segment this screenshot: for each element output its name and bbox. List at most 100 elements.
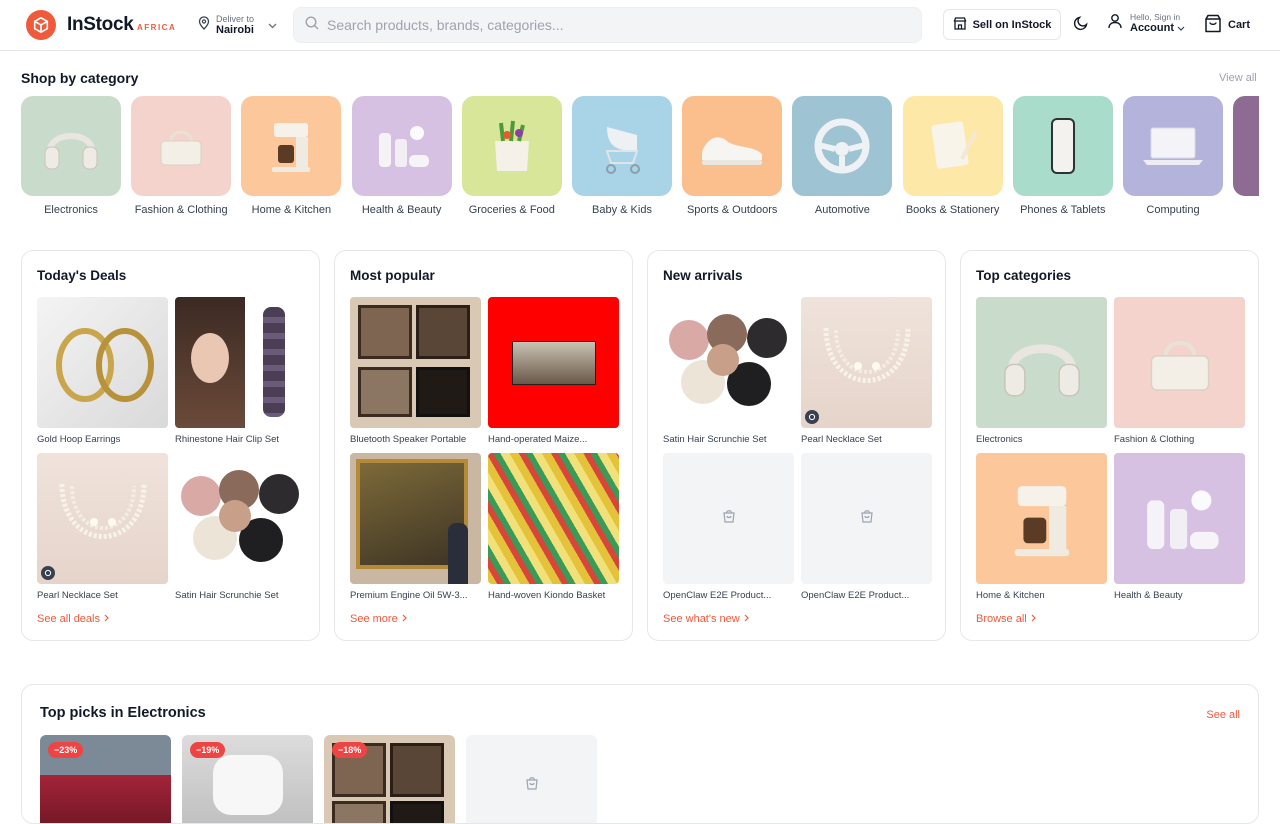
item-image (488, 297, 619, 428)
card-link-label: See more (350, 613, 398, 625)
account-label-row: Account (1130, 22, 1185, 35)
theme-toggle-button[interactable] (1069, 13, 1093, 37)
item-image (1114, 297, 1245, 428)
account-greeting: Hello, Sign in (1130, 12, 1181, 22)
item-caption: Rhinestone Hair Clip Set (175, 434, 280, 445)
card-item[interactable]: Hand-woven Kiondo Basket (488, 453, 619, 601)
card-link[interactable]: See all deals (37, 613, 109, 625)
card-item[interactable]: Pearl Necklace Set (37, 453, 168, 601)
category-label: Books & Stationery (905, 204, 1000, 216)
image-placeholder (663, 453, 794, 584)
category-tile[interactable]: Sports & Outdoors (682, 96, 783, 216)
card-item[interactable]: Premium Engine Oil 5W-3... (350, 453, 481, 601)
category-tile[interactable]: Groceries & Food (461, 96, 562, 216)
chevron-right-icon (744, 613, 749, 625)
item-caption: Hand-operated Maize... (488, 434, 588, 445)
category-tile[interactable]: Electronics (21, 96, 121, 216)
pick-item[interactable]: −19% (182, 735, 313, 823)
category-label: Health & Beauty (361, 204, 442, 216)
shop-by-category-title: Shop by category (21, 70, 139, 86)
item-image (976, 453, 1107, 584)
card-link[interactable]: See what's new (663, 613, 749, 625)
item-image (976, 297, 1107, 428)
card-item[interactable]: Hand-operated Maize... (488, 297, 619, 445)
search-bar[interactable] (293, 7, 922, 43)
category-image (792, 96, 893, 196)
category-carousel: Electronics Fashion & Clothing Home & Kitc… (21, 96, 1259, 226)
pick-item[interactable]: −23% (40, 735, 171, 823)
card-item[interactable]: Gold Hoop Earrings (37, 297, 168, 445)
card-item[interactable]: Satin Hair Scrunchie Set (663, 297, 794, 445)
category-label: Groceries & Food (468, 204, 555, 216)
category-label: Phones & Tablets (1020, 204, 1106, 216)
item-image (175, 297, 306, 428)
sell-on-instock-button[interactable]: Sell on InStock (943, 9, 1061, 40)
user-icon (1107, 13, 1123, 34)
category-tile[interactable] (1233, 96, 1259, 196)
item-caption: Pearl Necklace Set (37, 590, 118, 601)
rotate-360-icon (41, 566, 55, 580)
item-image (175, 453, 306, 584)
category-tile[interactable]: Baby & Kids (572, 96, 672, 216)
card-item[interactable]: OpenClaw E2E Product... (801, 453, 932, 601)
item-image (37, 453, 168, 584)
item-caption: Electronics (976, 434, 1023, 445)
category-tile[interactable]: Phones & Tablets (1012, 96, 1113, 216)
chevron-right-icon (402, 613, 407, 625)
category-tile[interactable]: Fashion & Clothing (131, 96, 232, 216)
category-label: Home & Kitchen (251, 204, 332, 216)
account-label: Account (1130, 22, 1174, 34)
card-item[interactable]: Rhinestone Hair Clip Set (175, 297, 306, 445)
item-image (37, 297, 168, 428)
search-input[interactable] (327, 17, 897, 33)
category-label: Fashion & Clothing (134, 204, 228, 216)
account-menu[interactable]: Hello, Sign in Account (1107, 12, 1185, 35)
item-caption: Hand-woven Kiondo Basket (488, 590, 606, 601)
rotate-360-icon (805, 410, 819, 424)
category-tile[interactable]: Home & Kitchen (241, 96, 342, 216)
category-tile[interactable]: Books & Stationery (902, 96, 1003, 216)
item-caption: Satin Hair Scrunchie Set (175, 590, 279, 601)
product-card: Today's Deals Gold Hoop Earrings Rhineston… (21, 250, 320, 641)
pick-item[interactable]: −18% (324, 735, 455, 823)
deliver-to-selector[interactable]: Deliver to Nairobi (198, 12, 277, 38)
card-item[interactable]: Fashion & Clothing (1114, 297, 1245, 445)
category-label: Baby & Kids (592, 204, 652, 216)
logo-icon[interactable] (26, 10, 56, 40)
card-item[interactable]: Electronics (976, 297, 1107, 445)
card-item[interactable]: Health & Beauty (1114, 453, 1245, 601)
top-picks-title: Top picks in Electronics (40, 705, 206, 721)
product-card: New arrivals Satin Hair Scrunchie Set Pear… (647, 250, 946, 641)
brand-name[interactable]: InStock (67, 14, 134, 36)
discount-badge: −19% (190, 742, 226, 758)
card-item[interactable]: Satin Hair Scrunchie Set (175, 453, 306, 601)
category-tile[interactable]: Computing (1123, 96, 1223, 216)
item-image (350, 453, 481, 584)
see-all-picks-link[interactable]: See all (1206, 709, 1240, 721)
category-image (351, 96, 452, 196)
category-label: Computing (1146, 204, 1200, 216)
category-image (21, 96, 121, 196)
deliver-city: Nairobi (216, 23, 254, 36)
view-all-categories-link[interactable]: View all (1219, 72, 1257, 84)
pick-item[interactable] (466, 735, 597, 823)
cart-button[interactable]: Cart (1204, 14, 1250, 36)
category-tile[interactable]: Health & Beauty (351, 96, 452, 216)
card-item[interactable]: Home & Kitchen (976, 453, 1107, 601)
item-image (801, 453, 932, 584)
card-item[interactable]: Pearl Necklace Set (801, 297, 932, 445)
moon-icon (1073, 15, 1089, 36)
category-label: Automotive (814, 204, 870, 216)
category-image (1123, 96, 1223, 196)
product-card: Top categories Electronics Fashion & Cloth… (960, 250, 1259, 641)
category-tile[interactable]: Automotive (792, 96, 893, 216)
card-link[interactable]: See more (350, 613, 407, 625)
item-image (663, 453, 794, 584)
card-title: Today's Deals (37, 268, 127, 283)
item-caption: Home & Kitchen (976, 590, 1045, 601)
discount-badge: −23% (48, 742, 84, 758)
card-item[interactable]: Bluetooth Speaker Portable (350, 297, 481, 445)
card-item[interactable]: OpenClaw E2E Product... (663, 453, 794, 601)
card-link[interactable]: Browse all (976, 613, 1036, 625)
chevron-right-icon (1031, 613, 1036, 625)
